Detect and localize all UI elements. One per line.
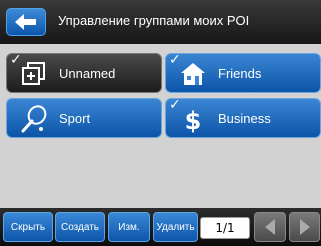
group-label: Friends	[218, 66, 262, 81]
group-tile-friends[interactable]: ✓ Friends	[165, 53, 321, 93]
chevron-right-icon	[299, 219, 310, 235]
group-tile-business[interactable]: ✓ $ Business	[165, 98, 321, 138]
page-title: Управление группами моих POI	[58, 13, 250, 28]
back-button[interactable]	[6, 8, 46, 36]
create-button[interactable]: Создать	[55, 212, 105, 242]
house-icon	[181, 63, 205, 85]
svg-text:$: $	[185, 107, 202, 134]
bottom-toolbar: Скрыть Создать Изм. Удалить 1/1	[0, 208, 321, 246]
group-label: Business	[218, 111, 271, 126]
previous-page-button[interactable]	[254, 212, 286, 242]
group-grid: ✓ Unnamed ✓ Friends Sport ✓ $ Business	[0, 44, 321, 208]
dollar-icon: $	[185, 107, 202, 134]
next-page-button[interactable]	[289, 212, 320, 242]
group-label: Sport	[59, 111, 91, 126]
group-tile-sport[interactable]: Sport	[6, 98, 162, 138]
hide-button[interactable]: Скрыть	[3, 212, 53, 242]
unnamed-group-icon	[22, 62, 45, 85]
title-bar: Управление группами моих POI	[0, 0, 321, 44]
chevron-left-icon	[265, 219, 275, 235]
tennis-racket-icon	[21, 105, 47, 133]
delete-button[interactable]: Удалить	[153, 212, 198, 242]
edit-button[interactable]: Изм.	[108, 212, 150, 242]
page-indicator: 1/1	[200, 217, 250, 239]
group-tile-unnamed[interactable]: ✓ Unnamed	[6, 53, 162, 93]
group-label: Unnamed	[59, 66, 116, 81]
back-arrow-icon	[15, 14, 36, 30]
